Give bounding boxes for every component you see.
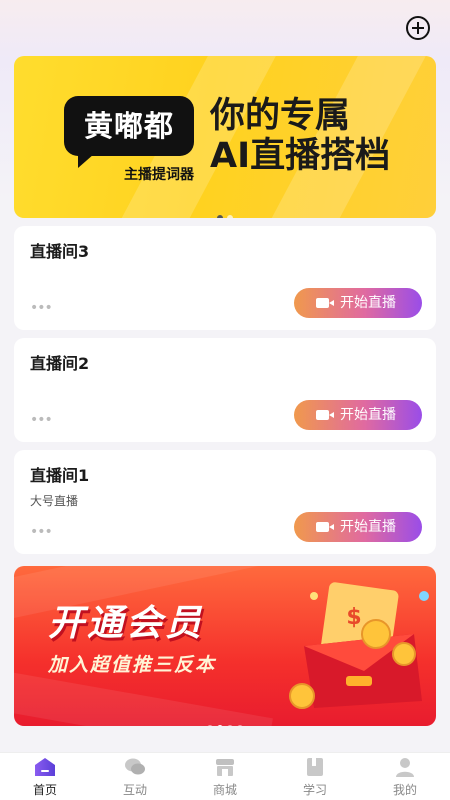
hero-banner[interactable]: 黄嘟都 主播提词器 你的专属 AI直播搭档 [14,56,436,218]
carousel-dot[interactable] [227,215,233,218]
video-camera-icon [316,298,329,308]
tab-label: 商城 [212,783,237,797]
room-card[interactable]: 直播间1 大号直播 ••• 开始直播 [14,450,436,554]
tab-label: 学习 [302,783,327,797]
tab-label: 首页 [32,783,57,797]
promo-title: 开通会员 [48,603,205,644]
start-live-button[interactable]: 开始直播 [294,400,422,430]
start-live-label: 开始直播 [340,519,396,535]
logo-bubble: 黄嘟都 [64,96,194,168]
room-title: 直播间3 [30,242,90,261]
hero-subtitle: AI直播搭档 [210,136,391,176]
room-description: 大号直播 [30,494,79,508]
svg-text:$: $ [346,605,361,630]
start-live-label: 开始直播 [340,295,396,311]
carousel-dot[interactable] [217,215,223,218]
room-title: 直播间2 [30,354,90,373]
chat-bubbles-icon [125,758,145,775]
carousel-dot[interactable] [227,725,233,726]
tab-store[interactable]: 商城 [180,753,270,800]
membership-promo-banner[interactable]: 开通会员 加入超值推三反本 $ [14,566,436,726]
carousel-dot[interactable] [237,725,243,726]
video-camera-icon [316,522,329,532]
more-icon[interactable]: ••• [30,412,53,428]
more-icon[interactable]: ••• [30,300,53,316]
user-icon [396,758,414,777]
tab-label: 互动 [122,783,147,797]
store-icon [216,759,234,776]
room-card[interactable]: 直播间3 ••• 开始直播 [14,226,436,330]
promo-subtitle: 加入超值推三反本 [48,654,217,676]
plus-circle-icon[interactable] [406,16,430,40]
home-icon [35,758,55,776]
top-bar [0,0,450,56]
start-live-button[interactable]: 开始直播 [294,512,422,542]
room-title: 直播间1 [30,466,90,485]
tab-label: 我的 [392,783,417,797]
tab-profile[interactable]: 我的 [360,753,450,800]
carousel-indicator [14,206,436,218]
carousel-indicator [14,716,436,726]
video-camera-icon [316,410,329,420]
start-live-button[interactable]: 开始直播 [294,288,422,318]
more-icon[interactable]: ••• [30,524,53,540]
bottom-tab-bar: 首页 互动 商城 学习 我的 [0,752,450,800]
tab-learn[interactable]: 学习 [270,753,360,800]
start-live-label: 开始直播 [340,407,396,423]
red-envelope-coins-icon: $ [289,582,429,709]
tab-home[interactable]: 首页 [0,753,90,800]
hero-title: 你的专属 [210,96,351,136]
tab-interact[interactable]: 互动 [90,753,180,800]
book-icon [307,758,323,776]
carousel-dot[interactable] [217,725,223,726]
room-card[interactable]: 直播间2 ••• 开始直播 [14,338,436,442]
carousel-dot[interactable] [207,725,213,726]
logo-subtitle: 主播提词器 [124,167,194,183]
